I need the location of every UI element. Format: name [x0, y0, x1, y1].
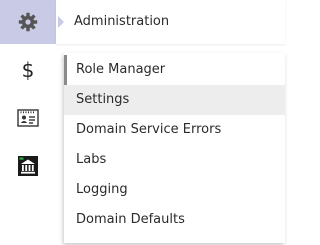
nav-rail: $	[0, 0, 56, 245]
menu-item-settings[interactable]: Settings	[64, 85, 285, 115]
admin-menu: Role Manager Settings Domain Service Err…	[64, 53, 285, 243]
gear-icon	[18, 12, 38, 32]
nav-item-institution[interactable]	[0, 144, 56, 188]
nav-item-billing[interactable]: $	[0, 48, 56, 92]
nav-item-id-card[interactable]	[0, 96, 56, 140]
id-card-icon	[17, 109, 39, 127]
menu-item-labs[interactable]: Labs	[64, 145, 285, 175]
menu-item-domain-defaults[interactable]: Domain Defaults	[64, 205, 285, 235]
menu-item-role-manager[interactable]: Role Manager	[64, 55, 285, 85]
admin-popout: Administration Role Manager Settings Dom…	[56, 0, 285, 243]
dollar-icon: $	[21, 58, 35, 82]
nav-item-administration[interactable]	[0, 0, 56, 44]
popout-title: Administration	[74, 14, 170, 29]
institution-icon	[18, 156, 38, 176]
popout-header: Administration	[56, 0, 285, 44]
pointer-arrow-icon	[58, 16, 64, 28]
menu-item-domain-service-errors[interactable]: Domain Service Errors	[64, 115, 285, 145]
menu-item-logging[interactable]: Logging	[64, 175, 285, 205]
